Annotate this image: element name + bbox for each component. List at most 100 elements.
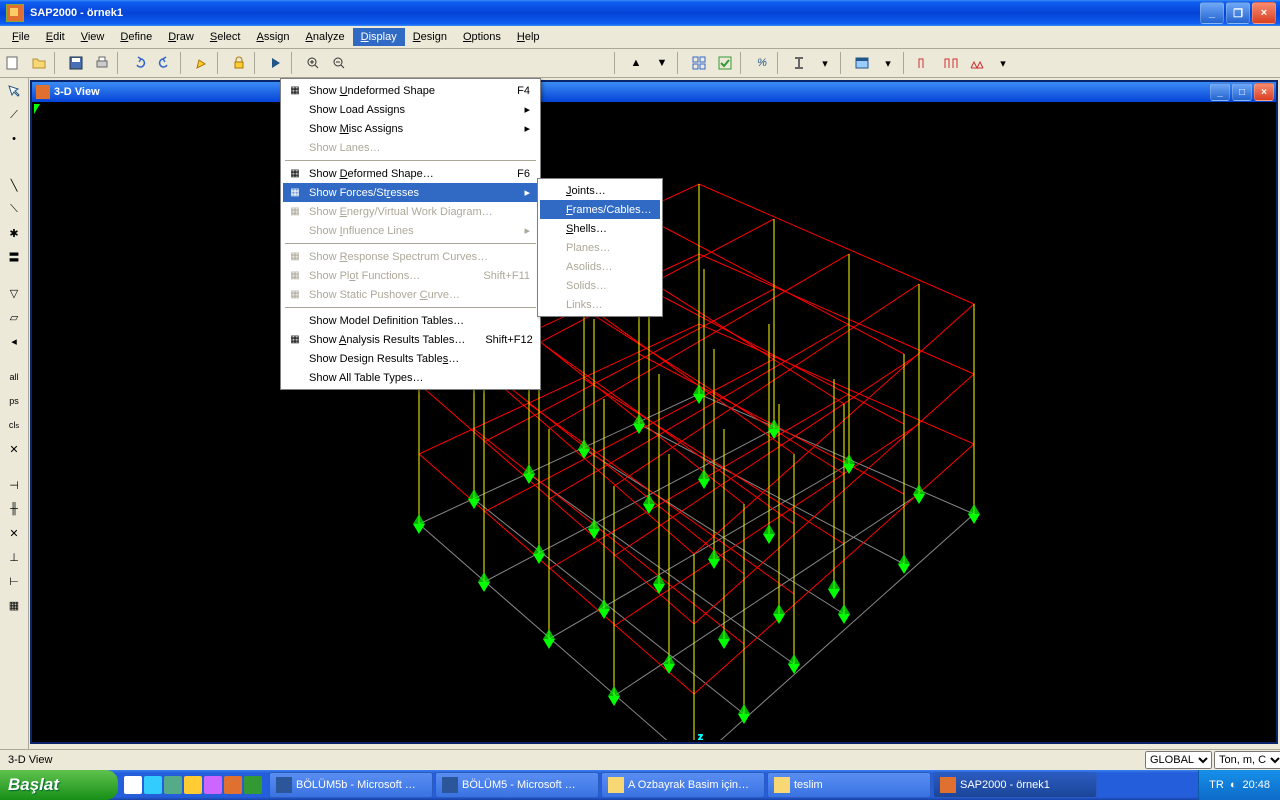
task-b-l-m5-microsoft-[interactable]: BÖLÜM5 - Microsoft … bbox=[435, 772, 599, 798]
units-combo[interactable]: Ton, m, C bbox=[1214, 751, 1280, 769]
percent-button[interactable]: % bbox=[750, 51, 774, 75]
menu-help[interactable]: Help bbox=[509, 28, 548, 46]
menuitem-show-energy-virtual-work-diagram: ▦Show Energy/Virtual Work Diagram… bbox=[283, 202, 538, 221]
ibeam-button[interactable] bbox=[787, 51, 811, 75]
coord-system-combo[interactable]: GLOBAL bbox=[1145, 751, 1212, 769]
beam-tool[interactable]: 〓 bbox=[3, 246, 25, 268]
menuitem-show-analysis-results-tables[interactable]: ▦Show Analysis Results Tables…Shift+F12 bbox=[283, 330, 538, 349]
check-button[interactable] bbox=[713, 51, 737, 75]
menu-options[interactable]: Options bbox=[455, 28, 509, 46]
lock-button[interactable] bbox=[227, 51, 251, 75]
menuitem-solids: Solids… bbox=[540, 276, 660, 295]
zoom-in-button[interactable] bbox=[301, 51, 325, 75]
nav-down-button[interactable]: ▼ bbox=[650, 51, 674, 75]
menuitem-show-model-definition-tables[interactable]: Show Model Definition Tables… bbox=[283, 311, 538, 330]
menuitem-show-load-assigns[interactable]: Show Load Assigns▸ bbox=[283, 100, 538, 119]
area2-tool[interactable]: ▱ bbox=[3, 306, 25, 328]
expand-left-icon[interactable]: ◂ bbox=[3, 330, 25, 352]
menu-assign[interactable]: Assign bbox=[248, 28, 297, 46]
pointer-tool[interactable] bbox=[3, 80, 25, 102]
grid-tool[interactable]: ▦ bbox=[3, 594, 25, 616]
save-button[interactable] bbox=[64, 51, 88, 75]
menuitem-show-all-table-types[interactable]: Show All Table Types… bbox=[283, 368, 538, 387]
line-tool[interactable]: ╲ bbox=[3, 174, 25, 196]
task-a-ozbayrak-basim-i-i[interactable]: A Ozbayrak Basim için… bbox=[601, 772, 765, 798]
menu-edit[interactable]: Edit bbox=[38, 28, 73, 46]
redo-button[interactable] bbox=[153, 51, 177, 75]
cls-tool[interactable]: cls bbox=[3, 414, 25, 436]
menu-select[interactable]: Select bbox=[202, 28, 249, 46]
menubar[interactable]: FileEditViewDefineDrawSelectAssignAnalyz… bbox=[0, 26, 1280, 49]
doc-maximize-button[interactable]: □ bbox=[1232, 83, 1252, 101]
menu-analyze[interactable]: Analyze bbox=[298, 28, 353, 46]
intersect-tool[interactable]: ✕ bbox=[3, 438, 25, 460]
snap-perp-tool[interactable]: ⊥ bbox=[3, 546, 25, 568]
menuitem-joints[interactable]: Joints… bbox=[540, 181, 660, 200]
menuitem-show-forces-stresses[interactable]: ▦Show Forces/Stresses▸ bbox=[283, 183, 538, 202]
menuitem-frames-cables[interactable]: Frames/Cables… bbox=[540, 200, 660, 219]
node-tool[interactable]: • bbox=[3, 128, 25, 150]
open-button[interactable] bbox=[27, 51, 51, 75]
ps-tool[interactable]: ps bbox=[3, 390, 25, 412]
menuitem-show-misc-assigns[interactable]: Show Misc Assigns▸ bbox=[283, 119, 538, 138]
cross-tool[interactable]: ✱ bbox=[3, 222, 25, 244]
menu-draw[interactable]: Draw bbox=[160, 28, 202, 46]
grid-3d-button[interactable] bbox=[687, 51, 711, 75]
ql-app2-icon[interactable] bbox=[204, 776, 222, 794]
new-button[interactable] bbox=[1, 51, 25, 75]
run-button[interactable] bbox=[264, 51, 288, 75]
ql-sap-icon[interactable] bbox=[224, 776, 242, 794]
dropdown-icon[interactable]: ▾ bbox=[991, 51, 1015, 75]
all-tool[interactable]: all bbox=[3, 366, 25, 388]
dropdown-icon[interactable]: ▾ bbox=[876, 51, 900, 75]
ql-ie-icon[interactable] bbox=[144, 776, 162, 794]
snap-int-tool[interactable]: ✕ bbox=[3, 522, 25, 544]
line2-tool[interactable]: ⟍ bbox=[3, 198, 25, 220]
menuitem-show-undeformed-shape[interactable]: ▦Show Undeformed ShapeF4 bbox=[283, 81, 538, 100]
menuitem-show-deformed-shape[interactable]: ▦Show Deformed Shape…F6 bbox=[283, 164, 538, 183]
menu-display[interactable]: Display bbox=[353, 28, 405, 46]
reshape-tool[interactable]: ⟋ bbox=[3, 104, 25, 126]
zoom-out-button[interactable] bbox=[327, 51, 351, 75]
snap-near-tool[interactable]: ⊢ bbox=[3, 570, 25, 592]
ql-app1-icon[interactable] bbox=[184, 776, 202, 794]
menu-view[interactable]: View bbox=[73, 28, 113, 46]
snap-end-tool[interactable]: ⊣ bbox=[3, 474, 25, 496]
window-layout-button[interactable] bbox=[850, 51, 874, 75]
frame2-button[interactable] bbox=[939, 51, 963, 75]
undo-button[interactable] bbox=[127, 51, 151, 75]
window-minimize-button[interactable]: _ bbox=[1200, 2, 1224, 24]
forces-stresses-submenu[interactable]: Joints…Frames/Cables…Shells…Planes…Asoli… bbox=[537, 178, 663, 317]
doc-close-button[interactable]: × bbox=[1254, 83, 1274, 101]
tray-lang[interactable]: TR bbox=[1209, 779, 1224, 791]
tray-icon[interactable]: ◐ bbox=[1230, 779, 1237, 791]
window-restore-button[interactable]: ❐ bbox=[1226, 2, 1250, 24]
menuitem-show-design-results-tables[interactable]: Show Design Results Tables… bbox=[283, 349, 538, 368]
truss-button[interactable] bbox=[965, 51, 989, 75]
print-button[interactable] bbox=[90, 51, 114, 75]
statusbar: 3-D View GLOBAL Ton, m, C bbox=[0, 749, 1280, 770]
refresh-button[interactable] bbox=[190, 51, 214, 75]
menu-define[interactable]: Define bbox=[112, 28, 160, 46]
start-button[interactable]: Başlat bbox=[0, 770, 118, 800]
ql-wmp-icon[interactable] bbox=[244, 776, 262, 794]
app-title: SAP2000 - örnek1 bbox=[30, 7, 123, 19]
frame1-button[interactable] bbox=[913, 51, 937, 75]
task-teslim[interactable]: teslim bbox=[767, 772, 931, 798]
ql-msn-icon[interactable] bbox=[164, 776, 182, 794]
window-close-button[interactable]: × bbox=[1252, 2, 1276, 24]
doc-minimize-button[interactable]: _ bbox=[1210, 83, 1230, 101]
task-sap2000-rnek1[interactable]: SAP2000 - örnek1 bbox=[933, 772, 1097, 798]
nav-up-button[interactable]: ▲ bbox=[624, 51, 648, 75]
area-tool[interactable]: ▽ bbox=[3, 282, 25, 304]
menu-file[interactable]: File bbox=[4, 28, 38, 46]
task-b-l-m5b-microsoft-[interactable]: BÖLÜM5b - Microsoft … bbox=[269, 772, 433, 798]
display-menu[interactable]: ▦Show Undeformed ShapeF4Show Load Assign… bbox=[280, 78, 541, 390]
start-label: Başlat bbox=[8, 775, 59, 795]
menuitem-shells[interactable]: Shells… bbox=[540, 219, 660, 238]
system-tray[interactable]: TR ◐ 20:48 bbox=[1198, 770, 1280, 800]
ql-desktop-icon[interactable] bbox=[124, 776, 142, 794]
menu-design[interactable]: Design bbox=[405, 28, 455, 46]
dropdown-icon[interactable]: ▾ bbox=[813, 51, 837, 75]
snap-mid-tool[interactable]: ╫ bbox=[3, 498, 25, 520]
